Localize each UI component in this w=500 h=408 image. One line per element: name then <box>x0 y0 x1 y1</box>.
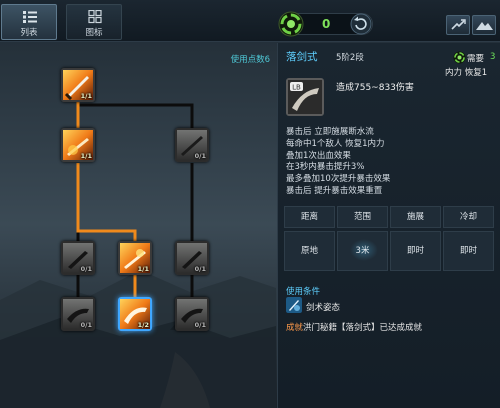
value-cast: 即时 <box>390 231 441 271</box>
description-line: 暴击后 立即施展断水流 <box>286 127 374 137</box>
header-cast: 施展 <box>390 206 441 228</box>
achievement-text: 洪门秘籍【落剑式】已达成成就 <box>303 323 423 333</box>
grid-icon <box>88 10 102 24</box>
tab-list-label: 列表 <box>20 28 38 38</box>
skill-tree: 使用点数6 1/1 1/1 0/1 0/1 1/1 0/1 0/1 1/2 0/… <box>0 43 276 408</box>
node-rank: 0/1 <box>194 321 206 329</box>
tab-list[interactable]: 列表 <box>1 4 57 40</box>
achievement-line: 成就洪门秘籍【落剑式】已达成成就 <box>286 321 422 333</box>
required-points-value: 3 <box>490 52 496 62</box>
skill-icon-badge: LB <box>292 83 301 91</box>
skill-info-table: 距离 范围 施展 冷却 原地 3米 即时 即时 <box>284 206 495 271</box>
skill-node-1[interactable]: 1/1 <box>61 68 95 102</box>
node-rank: 1/1 <box>80 152 92 160</box>
skill-node-7[interactable]: 0/1 <box>61 297 95 331</box>
value-range-text: 3米 <box>355 246 370 256</box>
description-line: 暴击后 提升暴击效果重置 <box>286 185 383 196</box>
skill-name: 落剑式 <box>286 51 318 63</box>
skill-description: 暴击后 立即施展断水流 每命中1个敌人 恢复1内力 叠加1次出血效果 在3秒内暴… <box>286 127 496 198</box>
skill-node-5[interactable]: 1/1 <box>118 241 152 275</box>
achievement-tag: 成就 <box>286 323 304 333</box>
header-range: 范围 <box>337 206 388 228</box>
skill-points-value: 0 <box>322 17 331 31</box>
skill-stage: 5阶2段 <box>336 53 364 63</box>
node-rank: 1/1 <box>80 92 92 100</box>
skill-icon: LB <box>286 78 324 116</box>
node-rank: 1/2 <box>137 321 149 329</box>
node-rank: 0/1 <box>194 152 206 160</box>
node-rank: 1/1 <box>137 265 149 273</box>
node-rank: 0/1 <box>194 265 206 273</box>
description-line: 最多叠加10次提升暴击效果 <box>286 174 391 185</box>
mountain-view-button[interactable] <box>472 15 496 35</box>
skill-node-8-selected[interactable]: 1/2 <box>118 297 152 331</box>
node-rank: 0/1 <box>80 265 92 273</box>
skill-effect: 造成755~833伤害 <box>336 83 414 93</box>
value-distance: 原地 <box>284 231 335 271</box>
header-distance: 距离 <box>284 206 335 228</box>
share-icon <box>451 19 466 30</box>
node-rank: 0/1 <box>80 321 92 329</box>
description-line: 每命中1个敌人 恢复1内力 <box>286 138 385 149</box>
list-icon <box>23 11 37 23</box>
tab-icons-label: 图标 <box>85 28 103 38</box>
skill-node-4[interactable]: 0/1 <box>61 241 95 275</box>
value-cooldown: 即时 <box>443 231 494 271</box>
required-points-label: 需要 <box>467 54 485 64</box>
skill-node-3[interactable]: 0/1 <box>175 128 209 162</box>
description-line: 叠加1次出血效果 <box>286 150 351 161</box>
tab-icons[interactable]: 图标 <box>66 4 122 40</box>
skill-node-2[interactable]: 1/1 <box>61 128 95 162</box>
description-line: 在3秒内暴击提升3% <box>286 162 365 173</box>
skill-node-6[interactable]: 0/1 <box>175 241 209 275</box>
header-cooldown: 冷却 <box>443 206 494 228</box>
condition-text: 剑术姿态 <box>306 303 341 313</box>
stance-icon <box>286 297 302 313</box>
mountain-icon <box>476 22 493 30</box>
reset-points-button[interactable] <box>350 13 372 35</box>
share-button[interactable] <box>446 15 470 35</box>
skill-node-9[interactable]: 0/1 <box>175 297 209 331</box>
skill-cost: 内力 恢复1 <box>445 68 488 78</box>
skill-detail-panel: 落剑式 5阶2段 需要 3 内力 恢复1 LB 造成755~833伤害 暴击后 … <box>277 43 500 408</box>
sword-skill-icon: LB <box>288 80 322 114</box>
tree-connections <box>76 98 194 297</box>
skill-point-icon <box>278 11 304 37</box>
skill-point-icon <box>453 51 466 64</box>
condition-title: 使用条件 <box>286 287 321 297</box>
